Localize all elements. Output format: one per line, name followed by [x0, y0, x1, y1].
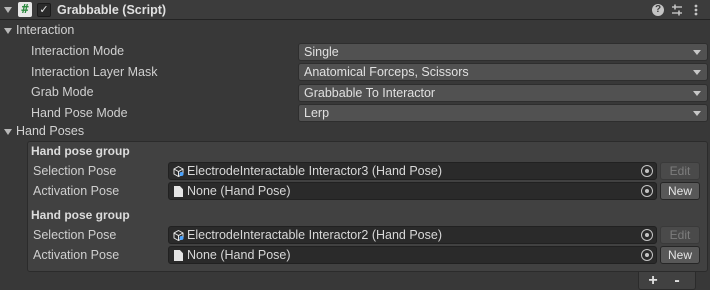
hand-poses-foldout-label[interactable]: Hand Poses — [16, 124, 84, 138]
foldout-arrow-icon[interactable] — [4, 7, 12, 13]
add-element-button[interactable]: + — [645, 272, 661, 290]
activation-pose-label: Activation Pose — [33, 248, 120, 262]
hand-pose-mode-label: Hand Pose Mode — [31, 106, 128, 120]
edit-button[interactable]: Edit — [660, 162, 700, 180]
selection-pose-value: ElectrodeInteractable Interactor2 (Hand … — [187, 228, 442, 242]
interaction-layer-mask-label: Interaction Layer Mask — [31, 65, 158, 79]
hand-poses-foldout-arrow-icon[interactable] — [4, 129, 12, 135]
context-menu-icon[interactable] — [689, 3, 703, 20]
help-icon[interactable]: ? — [652, 4, 664, 16]
list-footer: + - — [638, 272, 696, 290]
hand-pose-mode-value: Lerp — [304, 106, 330, 120]
interaction-foldout-arrow-icon[interactable] — [4, 28, 12, 34]
activation-pose-field[interactable]: None (Hand Pose) — [168, 182, 657, 200]
activation-pose-value: None (Hand Pose) — [187, 248, 291, 262]
hand-pose-asset-icon — [173, 230, 184, 241]
interaction-mode-label: Interaction Mode — [31, 44, 125, 58]
grab-mode-label: Grab Mode — [31, 85, 94, 99]
object-picker-icon[interactable] — [641, 185, 653, 197]
activation-pose-value: None (Hand Pose) — [187, 184, 291, 198]
object-picker-icon[interactable] — [641, 229, 653, 241]
hand-pose-asset-icon — [173, 166, 184, 177]
edit-button[interactable]: Edit — [660, 226, 700, 244]
dropdown-arrow-icon — [693, 70, 701, 75]
selection-pose-label: Selection Pose — [33, 164, 117, 178]
remove-element-button[interactable]: - — [669, 272, 685, 290]
selection-pose-field[interactable]: ElectrodeInteractable Interactor2 (Hand … — [168, 226, 657, 244]
interaction-mode-value: Single — [304, 45, 339, 59]
interaction-layer-mask-value: Anatomical Forceps, Scissors — [304, 65, 469, 79]
dropdown-arrow-icon — [693, 111, 701, 116]
activation-pose-label: Activation Pose — [33, 184, 120, 198]
activation-pose-field[interactable]: None (Hand Pose) — [168, 246, 657, 264]
presets-icon[interactable] — [670, 3, 684, 20]
object-picker-icon[interactable] — [641, 165, 653, 177]
hand-pose-mode-dropdown[interactable]: Lerp — [298, 104, 708, 122]
selection-pose-field[interactable]: ElectrodeInteractable Interactor3 (Hand … — [168, 162, 657, 180]
interaction-foldout-label[interactable]: Interaction — [16, 23, 74, 37]
grab-mode-value: Grabbable To Interactor — [304, 86, 436, 100]
new-button[interactable]: New — [660, 182, 700, 200]
selection-pose-value: ElectrodeInteractable Interactor3 (Hand … — [187, 164, 442, 178]
dropdown-arrow-icon — [693, 50, 701, 55]
csharp-script-icon: # — [18, 2, 32, 17]
component-title: Grabbable (Script) — [57, 3, 167, 17]
grab-mode-dropdown[interactable]: Grabbable To Interactor — [298, 84, 708, 102]
document-icon — [174, 250, 183, 261]
document-icon — [174, 186, 183, 197]
object-picker-icon[interactable] — [641, 249, 653, 261]
dropdown-arrow-icon — [693, 91, 701, 96]
interaction-mode-dropdown[interactable]: Single — [298, 43, 708, 61]
hand-pose-group-title: Hand pose group — [31, 144, 130, 158]
hand-pose-group-title: Hand pose group — [31, 208, 130, 222]
interaction-layer-mask-dropdown[interactable]: Anatomical Forceps, Scissors — [298, 63, 708, 81]
component-enabled-checkbox[interactable]: ✓ — [37, 3, 51, 17]
new-button[interactable]: New — [660, 246, 700, 264]
selection-pose-label: Selection Pose — [33, 228, 117, 242]
